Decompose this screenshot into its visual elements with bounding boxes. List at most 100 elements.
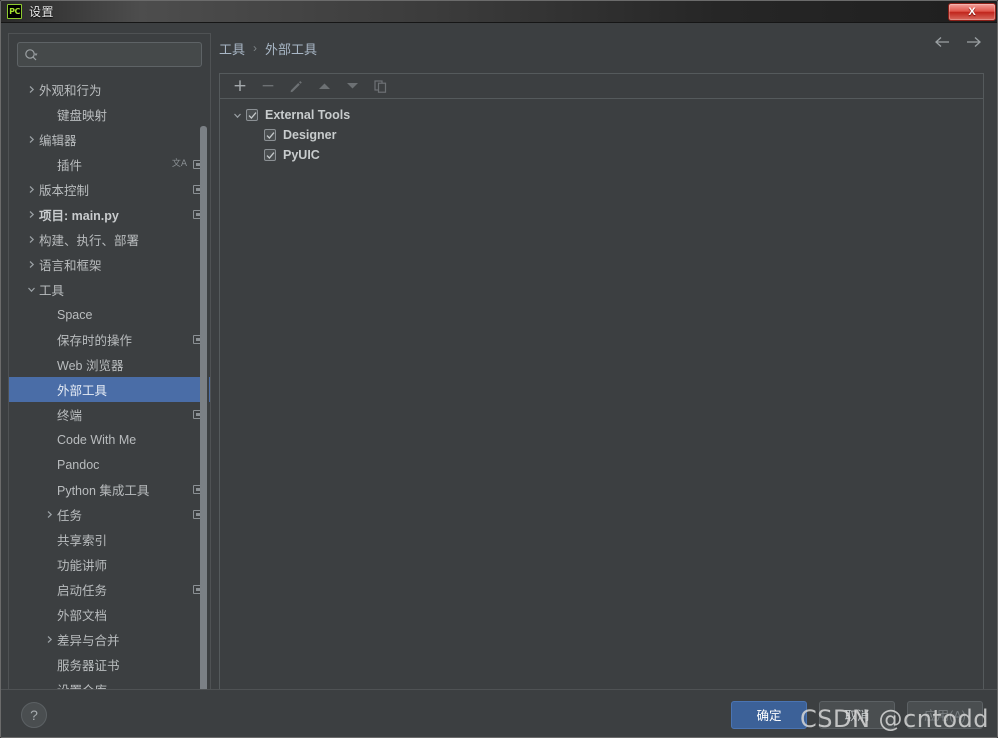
sidebar-item-label: 外观和行为 <box>39 84 102 98</box>
group-checkbox[interactable] <box>246 109 258 121</box>
sidebar-item-7[interactable]: 语言和框架 <box>9 252 210 277</box>
arrow-right-icon[interactable] <box>965 36 982 52</box>
external-tools-toolbar: + − <box>220 74 983 99</box>
tool-row[interactable]: Designer <box>220 125 983 145</box>
sidebar-item-label: Code With Me <box>57 432 137 447</box>
sidebar-item-label: 键盘映射 <box>57 109 108 123</box>
close-button[interactable]: X <box>948 2 996 21</box>
sidebar-item-label: 任务 <box>57 509 83 523</box>
arrow-left-icon[interactable] <box>934 36 951 52</box>
chevron-right-icon[interactable] <box>23 260 39 269</box>
search-input[interactable] <box>42 46 201 63</box>
sidebar-item-11[interactable]: Web 浏览器 <box>9 352 210 377</box>
sidebar-item-1[interactable]: 键盘映射 <box>9 102 210 127</box>
cancel-button[interactable]: 取消 <box>819 700 895 729</box>
pycharm-icon: PC <box>7 4 22 19</box>
sidebar-item-label: 差异与合并 <box>57 634 120 648</box>
sidebar-item-label: Space <box>57 307 93 322</box>
chevron-down-icon[interactable] <box>228 111 246 120</box>
sidebar-scrollbar-thumb[interactable] <box>200 126 207 705</box>
main-panel: 工具 › 外部工具 + − External Tools Designer Py… <box>219 33 984 706</box>
sidebar-item-label: 外部文档 <box>57 609 108 623</box>
remove-button: − <box>260 76 276 96</box>
chevron-right-icon[interactable] <box>41 635 57 644</box>
chevron-down-icon[interactable] <box>23 285 39 294</box>
breadcrumb: 工具 › 外部工具 <box>219 33 984 63</box>
sidebar-item-label: 项目: main.py <box>39 209 119 223</box>
tool-checkbox[interactable] <box>264 149 276 161</box>
breadcrumb-separator: › <box>253 41 258 55</box>
search-box[interactable] <box>17 42 202 67</box>
dialog-footer: ? 确定 取消 应用(A) CSDN @cntodd <box>1 689 997 737</box>
sidebar-item-17[interactable]: 任务 <box>9 502 210 527</box>
tools-group-label: External Tools <box>265 108 351 122</box>
breadcrumb-parent[interactable]: 工具 <box>219 39 245 58</box>
sidebar-item-22[interactable]: 差异与合并 <box>9 627 210 652</box>
sidebar-item-15[interactable]: Pandoc <box>9 452 210 477</box>
navigation-arrows <box>934 36 982 52</box>
chevron-right-icon[interactable] <box>23 185 39 194</box>
sidebar-item-0[interactable]: 外观和行为 <box>9 77 210 102</box>
sidebar-item-8[interactable]: 工具 <box>9 277 210 302</box>
sidebar-item-label: Pandoc <box>57 457 100 472</box>
help-button[interactable]: ? <box>21 701 47 728</box>
sidebar-item-12[interactable]: 外部工具 <box>9 377 210 402</box>
sidebar-item-3[interactable]: 插件 文A <box>9 152 210 177</box>
sidebar-item-label: 语言和框架 <box>39 259 102 273</box>
chevron-right-icon[interactable] <box>23 235 39 244</box>
sidebar-item-4[interactable]: 版本控制 <box>9 177 210 202</box>
ok-button[interactable]: 确定 <box>731 700 807 729</box>
dialog-body: 外观和行为键盘映射编辑器插件 文A 版本控制项目: main.py 构建、执行、部署语… <box>1 23 997 737</box>
sidebar-item-label: 服务器证书 <box>57 659 120 673</box>
translate-icon: 文A <box>171 159 187 169</box>
settings-dialog: PC 设置 X 外观和行为 键盘映射 编辑器 插件 文A 版本控制 项目: ma… <box>0 0 998 738</box>
sidebar-item-label: 编辑器 <box>39 134 77 148</box>
sidebar-item-label: Python 集成工具 <box>57 484 150 498</box>
tool-label: Designer <box>283 128 337 142</box>
sidebar-item-6[interactable]: 构建、执行、部署 <box>9 227 210 252</box>
breadcrumb-current: 外部工具 <box>265 41 318 57</box>
settings-tree: 外观和行为键盘映射编辑器插件 文A 版本控制项目: main.py 构建、执行、部署语… <box>9 77 210 705</box>
sidebar-item-label: 共享索引 <box>57 534 108 548</box>
edit-button <box>284 75 308 97</box>
window-titlebar: PC 设置 X <box>1 1 997 23</box>
copy-button <box>368 75 392 97</box>
sidebar-item-label: 功能讲师 <box>57 559 108 573</box>
tool-row[interactable]: PyUIC <box>220 145 983 165</box>
sidebar-item-label: 工具 <box>39 284 65 298</box>
tools-group-row[interactable]: External Tools <box>220 105 983 125</box>
sidebar-item-10[interactable]: 保存时的操作 <box>9 327 210 352</box>
chevron-right-icon[interactable] <box>23 210 39 219</box>
sidebar-item-2[interactable]: 编辑器 <box>9 127 210 152</box>
move-down-button <box>340 75 364 97</box>
sidebar-scrollbar-track[interactable] <box>200 78 209 705</box>
settings-sidebar: 外观和行为键盘映射编辑器插件 文A 版本控制项目: main.py 构建、执行、部署语… <box>8 33 211 706</box>
external-tools-tree: External Tools Designer PyUIC <box>220 99 983 165</box>
tool-label: PyUIC <box>283 148 320 162</box>
sidebar-item-label: 终端 <box>57 409 83 423</box>
sidebar-item-14[interactable]: Code With Me <box>9 427 210 452</box>
sidebar-item-21[interactable]: 外部文档 <box>9 602 210 627</box>
sidebar-item-18[interactable]: 共享索引 <box>9 527 210 552</box>
sidebar-item-label: Web 浏览器 <box>57 359 124 373</box>
sidebar-item-5[interactable]: 项目: main.py <box>9 202 210 227</box>
chevron-right-icon[interactable] <box>41 510 57 519</box>
sidebar-item-label: 构建、执行、部署 <box>39 234 140 248</box>
chevron-right-icon[interactable] <box>23 85 39 94</box>
window-buttons: X <box>948 1 997 22</box>
sidebar-item-19[interactable]: 功能讲师 <box>9 552 210 577</box>
window-title: 设置 <box>29 5 55 19</box>
sidebar-item-13[interactable]: 终端 <box>9 402 210 427</box>
sidebar-item-9[interactable]: Space <box>9 302 210 327</box>
sidebar-item-label: 插件 <box>57 159 83 173</box>
sidebar-item-20[interactable]: 启动任务 <box>9 577 210 602</box>
sidebar-item-label: 保存时的操作 <box>57 334 133 348</box>
sidebar-item-16[interactable]: Python 集成工具 <box>9 477 210 502</box>
external-tools-panel: + − External Tools Designer PyUIC <box>219 73 984 705</box>
sidebar-item-label: 版本控制 <box>39 184 90 198</box>
chevron-right-icon[interactable] <box>23 135 39 144</box>
sidebar-item-23[interactable]: 服务器证书 <box>9 652 210 677</box>
sidebar-item-label: 启动任务 <box>57 584 108 598</box>
add-button[interactable]: + <box>228 75 252 97</box>
tool-checkbox[interactable] <box>264 129 276 141</box>
